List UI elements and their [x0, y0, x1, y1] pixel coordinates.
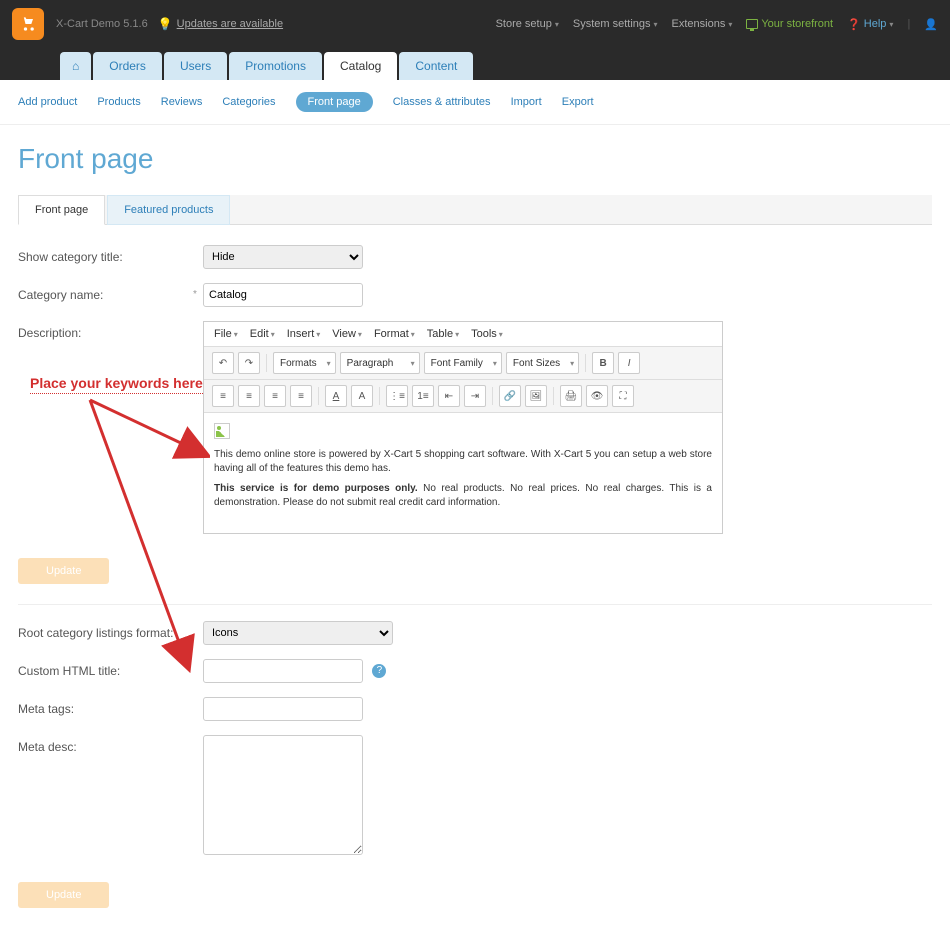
top-right-menu: Store setup▾ System settings▾ Extensions…	[496, 18, 938, 31]
bold-icon[interactable]: B	[592, 352, 614, 374]
meta-desc-textarea[interactable]	[203, 735, 363, 855]
show-title-label: Show category title:	[18, 245, 203, 264]
editor-menubar: File▾ Edit▾ Insert▾ View▾ Format▾ Table▾…	[204, 322, 722, 347]
outdent-icon[interactable]: ⇤	[438, 385, 460, 407]
meta-tags-label: Meta tags:	[18, 697, 203, 716]
category-name-input[interactable]	[203, 283, 363, 307]
fullscreen-icon[interactable]: ⛶	[612, 385, 634, 407]
page-content: Front page Front page Featured products …	[0, 125, 950, 946]
chevron-down-icon: ▾	[889, 20, 893, 29]
subtab-featured[interactable]: Featured products	[107, 195, 230, 225]
italic-icon[interactable]: I	[618, 352, 640, 374]
subnav-classes[interactable]: Classes & attributes	[393, 96, 491, 108]
section-divider	[18, 604, 932, 605]
editor-paragraph: This demo online store is powered by X-C…	[214, 448, 712, 476]
subnav-add-product[interactable]: Add product	[18, 96, 77, 108]
rich-text-editor: File▾ Edit▾ Insert▾ View▾ Format▾ Table▾…	[203, 321, 723, 534]
page-title: Front page	[18, 143, 932, 175]
number-list-icon[interactable]: 1≡	[412, 385, 434, 407]
tab-content[interactable]: Content	[399, 52, 473, 80]
update-button[interactable]: Update	[18, 558, 109, 584]
align-justify-icon[interactable]: ≡	[290, 385, 312, 407]
storefront-link[interactable]: Your storefront	[746, 18, 833, 30]
required-asterisk: *	[193, 289, 197, 300]
menu-table[interactable]: Table▾	[427, 328, 459, 340]
show-title-select[interactable]: Hide	[203, 245, 363, 269]
bulb-icon: 💡	[158, 17, 173, 31]
link-icon[interactable]: 🔗	[499, 385, 521, 407]
align-center-icon[interactable]: ≡	[238, 385, 260, 407]
sub-nav: Add product Products Reviews Categories …	[0, 80, 950, 125]
menu-edit[interactable]: Edit▾	[250, 328, 275, 340]
menu-insert[interactable]: Insert▾	[287, 328, 321, 340]
meta-tags-input[interactable]	[203, 697, 363, 721]
root-format-select[interactable]: Icons	[203, 621, 393, 645]
editor-toolbar-2: ≡ ≡ ≡ ≡ A A ⋮≡ 1≡ ⇤ ⇥ 🔗 🖼 🖨	[204, 380, 722, 413]
chevron-down-icon: ▾	[555, 20, 559, 29]
formats-select[interactable]: Formats	[273, 352, 336, 374]
root-format-label: Root category listings format:	[18, 621, 203, 640]
meta-desc-label: Meta desc:	[18, 735, 203, 754]
editor-content[interactable]: This demo online store is powered by X-C…	[204, 413, 722, 533]
menu-file[interactable]: File▾	[214, 328, 238, 340]
html-title-input[interactable]	[203, 659, 363, 683]
store-setup-menu[interactable]: Store setup▾	[496, 18, 559, 30]
align-right-icon[interactable]: ≡	[264, 385, 286, 407]
description-label: Description:	[18, 321, 203, 340]
category-name-label: Category name:	[18, 283, 203, 302]
user-icon[interactable]: 👤	[924, 18, 938, 31]
font-family-select[interactable]: Font Family	[424, 352, 502, 374]
tab-users[interactable]: Users	[164, 52, 227, 80]
chevron-down-icon: ▾	[654, 20, 658, 29]
subtab-front-page[interactable]: Front page	[18, 195, 105, 225]
divider: |	[907, 18, 910, 30]
undo-icon[interactable]: ↶	[212, 352, 234, 374]
tab-promotions[interactable]: Promotions	[229, 52, 322, 80]
editor-paragraph: This service is for demo purposes only. …	[214, 482, 712, 510]
subnav-categories[interactable]: Categories	[222, 96, 275, 108]
home-icon: ⌂	[72, 59, 79, 73]
editor-toolbar-1: ↶ ↷ Formats Paragraph Font Family Font S…	[204, 347, 722, 380]
font-sizes-select[interactable]: Font Sizes	[506, 352, 579, 374]
updates-link[interactable]: Updates are available	[177, 18, 283, 30]
monitor-icon	[746, 19, 758, 29]
app-logo[interactable]	[12, 8, 44, 40]
sub-tabs: Front page Featured products	[18, 195, 932, 225]
top-bar: X-Cart Demo 5.1.6 💡 Updates are availabl…	[0, 0, 950, 48]
preview-icon[interactable]: 👁	[586, 385, 608, 407]
image-icon[interactable]: 🖼	[525, 385, 547, 407]
subnav-products[interactable]: Products	[97, 96, 140, 108]
bg-color-icon[interactable]: A	[351, 385, 373, 407]
print-icon[interactable]: 🖨	[560, 385, 582, 407]
extensions-menu[interactable]: Extensions▾	[672, 18, 733, 30]
menu-format[interactable]: Format▾	[374, 328, 415, 340]
menu-tools[interactable]: Tools▾	[471, 328, 503, 340]
version-text: X-Cart Demo 5.1.6	[56, 18, 148, 30]
main-nav: ⌂ Orders Users Promotions Catalog Conten…	[0, 48, 950, 80]
help-icon[interactable]: ?	[372, 664, 386, 678]
help-menu[interactable]: ❓Help▾	[847, 18, 893, 31]
tab-orders[interactable]: Orders	[93, 52, 162, 80]
subnav-export[interactable]: Export	[562, 96, 594, 108]
system-settings-menu[interactable]: System settings▾	[573, 18, 658, 30]
subnav-import[interactable]: Import	[511, 96, 542, 108]
indent-icon[interactable]: ⇥	[464, 385, 486, 407]
subnav-reviews[interactable]: Reviews	[161, 96, 203, 108]
menu-view[interactable]: View▾	[332, 328, 362, 340]
html-title-label: Custom HTML title:	[18, 659, 203, 678]
align-left-icon[interactable]: ≡	[212, 385, 234, 407]
help-icon-small: ❓	[847, 18, 861, 31]
subnav-front-page[interactable]: Front page	[296, 92, 373, 112]
broken-image-icon	[214, 423, 230, 439]
tab-home[interactable]: ⌂	[60, 52, 91, 80]
bullet-list-icon[interactable]: ⋮≡	[386, 385, 408, 407]
update-button-2[interactable]: Update	[18, 882, 109, 908]
redo-icon[interactable]: ↷	[238, 352, 260, 374]
tab-catalog[interactable]: Catalog	[324, 52, 397, 80]
cart-icon	[18, 14, 38, 34]
chevron-down-icon: ▾	[728, 20, 732, 29]
text-color-icon[interactable]: A	[325, 385, 347, 407]
paragraph-select[interactable]: Paragraph	[340, 352, 420, 374]
